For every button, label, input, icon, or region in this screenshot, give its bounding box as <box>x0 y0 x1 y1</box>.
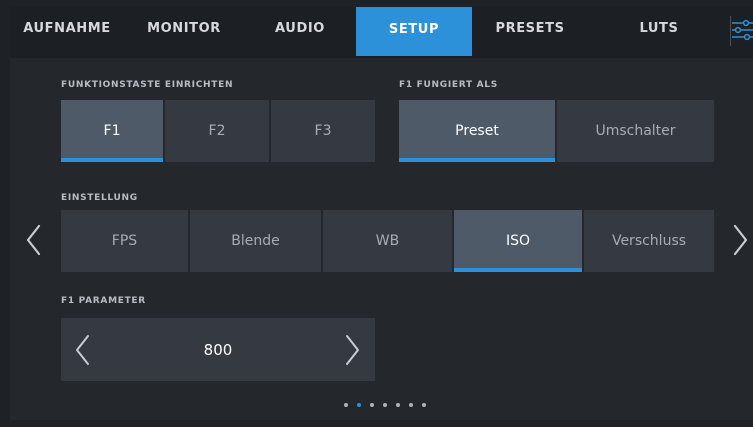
setting-shutter-label: Verschluss <box>611 233 687 249</box>
chevron-right-icon[interactable] <box>730 223 750 257</box>
setup-screen: AUFNAHME MONITOR AUDIO SETUP PRESETS LUT… <box>10 7 753 420</box>
page-dot-3[interactable] <box>370 403 374 407</box>
page-dot-2[interactable] <box>357 403 361 407</box>
page-dot-6[interactable] <box>409 403 413 407</box>
tab-audio[interactable]: AUDIO <box>244 7 356 51</box>
setting-iso-label: ISO <box>505 233 531 249</box>
page-dot-5[interactable] <box>396 403 400 407</box>
chevron-left-icon[interactable] <box>24 223 44 257</box>
tab-setup[interactable]: SETUP <box>356 7 472 56</box>
parameter-value: 800 <box>150 318 286 381</box>
page-dot-1[interactable] <box>344 403 348 407</box>
tab-luts[interactable]: LUTS <box>588 7 730 51</box>
setting-shutter[interactable]: Verschluss <box>584 210 714 272</box>
page-dot-7[interactable] <box>422 403 426 407</box>
setting-fps[interactable]: FPS <box>61 210 188 272</box>
tab-presets[interactable]: PRESETS <box>472 7 588 51</box>
function-key-f2-label: F2 <box>208 123 226 139</box>
acts-as-toggle-label: Umschalter <box>595 123 676 139</box>
setting-wb[interactable]: WB <box>323 210 452 272</box>
function-key-f1[interactable]: F1 <box>61 100 163 162</box>
function-key-f1-label: F1 <box>103 123 121 139</box>
setting-iso[interactable]: ISO <box>454 210 582 272</box>
tab-monitor[interactable]: MONITOR <box>124 7 244 51</box>
acts-as-preset-label: Preset <box>455 123 499 139</box>
tab-bar: AUFNAHME MONITOR AUDIO SETUP PRESETS LUT… <box>10 7 753 58</box>
parameter-value-text: 800 <box>203 340 233 359</box>
function-key-label: FUNKTIONSTASTE EINRICHTEN <box>61 80 234 90</box>
tab-divider <box>730 16 731 46</box>
function-key-f3-label: F3 <box>314 123 332 139</box>
setting-fps-label: FPS <box>111 233 138 249</box>
acts-as-preset[interactable]: Preset <box>399 100 555 162</box>
menu-sliders-icon[interactable] <box>732 15 753 45</box>
page-indicator <box>10 399 753 409</box>
function-key-f3[interactable]: F3 <box>271 100 375 162</box>
parameter-label: F1 PARAMETER <box>61 296 146 306</box>
parameter-decrease-icon[interactable] <box>73 333 93 367</box>
parameter-increase-icon[interactable] <box>342 333 362 367</box>
acts-as-toggle[interactable]: Umschalter <box>557 100 714 162</box>
setting-wb-label: WB <box>375 233 400 249</box>
acts-as-label: F1 FUNGIERT ALS <box>399 80 498 90</box>
setting-aperture-label: Blende <box>231 233 280 249</box>
function-key-f2[interactable]: F2 <box>165 100 269 162</box>
setting-aperture[interactable]: Blende <box>190 210 321 272</box>
page-dot-4[interactable] <box>383 403 387 407</box>
tab-aufnahme[interactable]: AUFNAHME <box>10 7 124 51</box>
setting-label: EINSTELLUNG <box>61 193 138 203</box>
